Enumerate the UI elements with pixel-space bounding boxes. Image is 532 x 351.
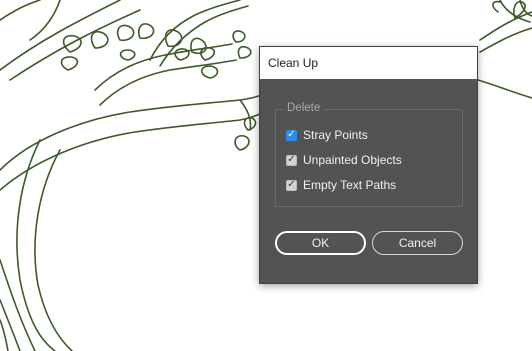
check-icon: ✓ (287, 179, 296, 190)
cancel-button[interactable]: Cancel (372, 231, 463, 255)
dialog-titlebar[interactable]: Clean Up (260, 47, 477, 79)
stray-points-label: Stray Points (303, 128, 368, 142)
empty-text-paths-option[interactable]: ✓ Empty Text Paths (286, 177, 396, 193)
ok-button[interactable]: OK (275, 231, 366, 255)
unpainted-objects-checkbox[interactable]: ✓ (286, 154, 297, 166)
stray-points-option[interactable]: ✓ Stray Points (286, 127, 368, 143)
empty-text-paths-checkbox[interactable]: ✓ (286, 179, 297, 191)
check-icon: ✓ (287, 129, 296, 140)
unpainted-objects-label: Unpainted Objects (303, 153, 402, 167)
dialog-title: Clean Up (268, 56, 319, 70)
delete-group-label: Delete (284, 102, 324, 114)
unpainted-objects-option[interactable]: ✓ Unpainted Objects (286, 152, 402, 168)
empty-text-paths-label: Empty Text Paths (303, 178, 397, 192)
stray-points-checkbox[interactable]: ✓ (286, 129, 297, 141)
check-icon: ✓ (287, 154, 296, 165)
clean-up-dialog: Clean Up Delete ✓ Stray Points ✓ Unpaint… (259, 46, 478, 284)
